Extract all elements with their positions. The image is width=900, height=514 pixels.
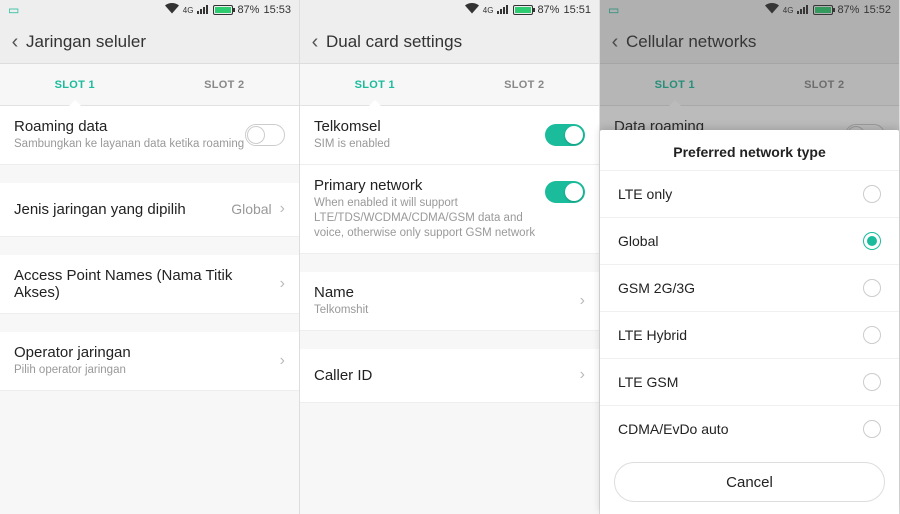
header: ‹ Cellular networks [600,20,899,64]
radio-icon [863,232,881,250]
option-label: GSM 2G/3G [618,280,695,296]
option-label: CDMA/EvDo auto [618,421,728,437]
cancel-button[interactable]: Cancel [614,462,885,502]
radio-icon [863,373,881,391]
row-title: Name [314,284,572,301]
wifi-icon [465,3,479,17]
signal-icon [797,4,809,17]
clock: 15:53 [263,4,291,16]
network-type: 4G [183,6,194,15]
header: ‹ Jaringan seluler [0,20,299,64]
row-title: Primary network [314,177,545,194]
row-roaming-data[interactable]: Roaming data Sambungkan ke layanan data … [0,106,299,165]
back-icon[interactable]: ‹ [308,32,322,52]
tab-slot1[interactable]: SLOT 1 [600,64,750,105]
chevron-right-icon: › [280,275,285,293]
page-title: Cellular networks [626,32,756,52]
row-subtitle: Sambungkan ke layanan data ketika roamin… [14,137,245,152]
option-lte-only[interactable]: LTE only [600,170,899,217]
gallery-icon: ▭ [8,3,19,17]
option-lte-gsm[interactable]: LTE GSM [600,358,899,405]
screen-cellular-networks-en: ▭ 4G 87% 15:52 ‹ Cellular networks SLOT … [600,0,900,514]
tab-slot2[interactable]: SLOT 2 [150,64,300,105]
battery-icon [513,5,533,15]
row-title: Access Point Names (Nama Titik Akses) [14,267,272,301]
row-title: Telkomsel [314,118,545,135]
chevron-right-icon: › [580,366,585,384]
signal-icon [197,4,209,17]
row-title: Operator jaringan [14,344,272,361]
option-lte-hybrid[interactable]: LTE Hybrid [600,311,899,358]
radio-icon [863,185,881,203]
status-bar: ▭ 4G 87% 15:52 [600,0,899,20]
sim-tabs: SLOT 1 SLOT 2 [0,64,299,106]
back-icon[interactable]: ‹ [608,32,622,52]
chevron-right-icon: › [280,200,285,218]
sim-tabs: SLOT 1 SLOT 2 [300,64,599,106]
primary-toggle[interactable] [545,181,585,203]
sheet-title: Preferred network type [600,130,899,170]
radio-icon [863,279,881,297]
row-title: Roaming data [14,118,245,135]
option-cdma-evdo[interactable]: CDMA/EvDo auto [600,405,899,452]
row-value: Global [231,201,271,217]
status-bar: ▭ 4G 87% 15:51 [300,0,599,20]
clock: 15:51 [563,4,591,16]
option-label: LTE GSM [618,374,678,390]
battery-pct: 87% [837,4,859,16]
back-icon[interactable]: ‹ [8,32,22,52]
row-caller-id[interactable]: Caller ID › [300,349,599,403]
clock: 15:52 [863,4,891,16]
row-primary-network[interactable]: Primary network When enabled it will sup… [300,165,599,254]
row-subtitle: When enabled it will support LTE/TDS/WCD… [314,196,545,241]
gallery-icon: ▭ [608,3,619,17]
sim-tabs: SLOT 1 SLOT 2 [600,64,899,106]
option-global[interactable]: Global [600,217,899,264]
wifi-icon [765,3,779,17]
sim-toggle[interactable] [545,124,585,146]
wifi-icon [165,3,179,17]
roaming-toggle[interactable] [245,124,285,146]
battery-pct: 87% [537,4,559,16]
network-type: 4G [483,6,494,15]
option-gsm-2g3g[interactable]: GSM 2G/3G [600,264,899,311]
row-name[interactable]: Name Telkomshit › [300,272,599,331]
row-title: Caller ID [314,367,572,384]
network-type: 4G [783,6,794,15]
header: ‹ Dual card settings [300,20,599,64]
radio-icon [863,326,881,344]
row-subtitle: Pilih operator jaringan [14,363,272,378]
row-network-type[interactable]: Jenis jaringan yang dipilih Global › [0,183,299,237]
tab-slot2[interactable]: SLOT 2 [750,64,900,105]
page-title: Jaringan seluler [26,32,146,52]
radio-icon [863,420,881,438]
battery-pct: 87% [237,4,259,16]
battery-icon [213,5,233,15]
row-title: Jenis jaringan yang dipilih [14,201,223,218]
status-bar: ▭ 4G 87% 15:53 [0,0,299,20]
row-subtitle: SIM is enabled [314,137,545,152]
signal-icon [497,4,509,17]
settings-list: Telkomsel SIM is enabled Primary network… [300,106,599,403]
chevron-right-icon: › [580,292,585,310]
settings-list: Roaming data Sambungkan ke layanan data … [0,106,299,391]
row-subtitle: Telkomshit [314,303,572,318]
row-sim[interactable]: Telkomsel SIM is enabled [300,106,599,165]
tab-slot1[interactable]: SLOT 1 [300,64,450,105]
chevron-right-icon: › [280,352,285,370]
screen-cellular-networks-id: ▭ 4G 87% 15:53 ‹ Jaringan seluler SLOT 1… [0,0,300,514]
row-operator[interactable]: Operator jaringan Pilih operator jaringa… [0,332,299,391]
row-apn[interactable]: Access Point Names (Nama Titik Akses) › [0,255,299,314]
option-label: LTE only [618,186,672,202]
tab-slot1[interactable]: SLOT 1 [0,64,150,105]
option-label: LTE Hybrid [618,327,687,343]
option-label: Global [618,233,658,249]
tab-slot2[interactable]: SLOT 2 [450,64,600,105]
network-type-sheet: Preferred network type LTE only Global G… [600,130,899,514]
battery-icon [813,5,833,15]
screen-dual-card: ▭ 4G 87% 15:51 ‹ Dual card settings SLOT… [300,0,600,514]
page-title: Dual card settings [326,32,462,52]
